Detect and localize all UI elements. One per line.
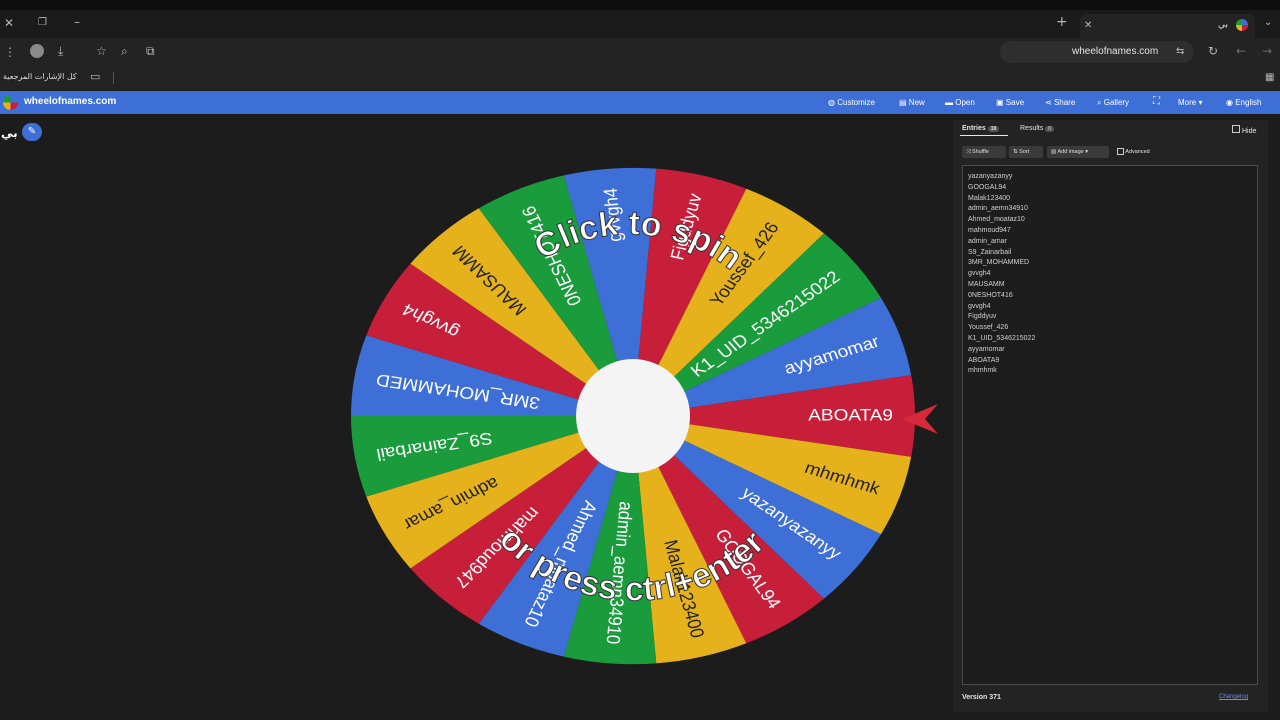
- entry-line: ABOATA9: [968, 356, 1000, 364]
- advanced-toggle[interactable]: Advanced: [1117, 148, 1150, 155]
- zoom-icon[interactable]: ⌕: [121, 44, 128, 58]
- wheel[interactable]: yazanyazanyyGOOGAL94Malak123400admin_aem…: [345, 160, 945, 680]
- more-button[interactable]: More ▾: [1178, 98, 1202, 108]
- reload-icon[interactable]: ↻: [1208, 44, 1218, 58]
- chevron-down-icon: ▾: [1085, 149, 1089, 155]
- entry-line: Ahmed_moataz10: [968, 216, 1025, 224]
- wheel-title: بي: [1, 126, 18, 140]
- browser-menu-icon[interactable]: ⋮: [4, 45, 16, 59]
- all-bookmarks-label[interactable]: كل الإشارات المرجعية: [3, 72, 77, 81]
- entry-line: ayyamomar: [968, 345, 1005, 353]
- entry-line: mhmhmk: [968, 367, 997, 375]
- save-icon: ▣: [996, 98, 1004, 107]
- folder-icon: ▬: [945, 98, 953, 107]
- tab-entries[interactable]: Entries 19: [962, 125, 1000, 132]
- shuffle-icon: ⤨: [966, 149, 971, 155]
- site-logo-text[interactable]: wheelofnames.com: [24, 97, 116, 107]
- download-icon[interactable]: ⤓: [58, 44, 63, 58]
- sort-button[interactable]: ⇅ Sort: [1009, 146, 1043, 158]
- edit-title-button[interactable]: ✎: [22, 123, 42, 141]
- chevron-down-icon: ▾: [1198, 98, 1203, 107]
- entry-line: gvvgh4: [968, 302, 991, 310]
- address-text: wheelofnames.com: [1072, 46, 1159, 57]
- address-bar[interactable]: wheelofnames.com ⇆: [1000, 41, 1194, 63]
- new-button[interactable]: ▤ New: [899, 98, 925, 108]
- entry-line: 0NESHOT416: [968, 291, 1013, 299]
- advanced-checkbox[interactable]: [1117, 148, 1124, 155]
- palette-icon: ◍: [828, 98, 835, 107]
- entry-line: Youssef_426: [968, 324, 1009, 332]
- bookmarks-folder-icon[interactable]: ▭: [90, 70, 100, 84]
- tab-strip: ✕ ❐ – + ✕ بي ⌄: [0, 10, 1280, 38]
- minimize-window-icon[interactable]: –: [74, 15, 80, 29]
- search-icon: ⌕: [1097, 98, 1102, 107]
- back-icon[interactable]: →: [1262, 44, 1272, 58]
- entry-line: S9_Zainarbail: [968, 248, 1012, 256]
- profile-avatar[interactable]: [30, 44, 44, 58]
- hide-checkbox[interactable]: [1232, 125, 1240, 133]
- pencil-icon: ✎: [27, 126, 37, 137]
- hide-toggle[interactable]: Hide: [1232, 125, 1256, 135]
- sort-icon: ⇅: [1013, 149, 1018, 155]
- tab-search-chevron-icon[interactable]: ⌄: [1264, 16, 1272, 30]
- entry-line: mahmoud947: [968, 226, 1011, 234]
- open-button[interactable]: ▬ Open: [945, 98, 975, 108]
- entry-line: Malak123400: [968, 194, 1011, 202]
- browser-toolbar: ⋮ ⤓ ☆ ⌕ ⧉ wheelofnames.com ⇆ ↻ ← →: [0, 38, 1280, 66]
- wheel-center[interactable]: [576, 359, 690, 473]
- close-tab-icon[interactable]: ✕: [1084, 19, 1092, 33]
- save-button[interactable]: ▣ Save: [996, 98, 1024, 108]
- add-image-button[interactable]: ▨ Add image ▾: [1047, 146, 1109, 158]
- active-tab-indicator: [960, 135, 1008, 136]
- globe-icon: ◉: [1226, 98, 1233, 107]
- translate-icon[interactable]: ⧉: [146, 44, 155, 58]
- wheel-segment-label: ABOATA9: [808, 405, 893, 424]
- changelog-link[interactable]: Changelog: [1219, 694, 1248, 700]
- entry-line: gvvgh4: [968, 270, 991, 278]
- customize-button[interactable]: ◍ Customize: [828, 98, 875, 108]
- entries-count-badge: 19: [987, 126, 1000, 132]
- new-file-icon: ▤: [899, 98, 907, 107]
- entry-line: admin_aemn34910: [968, 205, 1028, 213]
- version-label: Version 371: [962, 694, 1001, 701]
- restore-window-icon[interactable]: ❐: [38, 16, 47, 30]
- shuffle-button[interactable]: ⤨ Shuffle: [962, 146, 1006, 158]
- tab-results[interactable]: Results 0: [1020, 125, 1055, 132]
- entry-line: K1_UID_5346215022: [968, 334, 1036, 342]
- tab-favicon-icon: [1236, 19, 1248, 31]
- bookmarks-bar: كل الإشارات المرجعية ▭ ▦: [0, 66, 1280, 90]
- entries-textarea[interactable]: yazanyazanyy GOOGAL94 Malak123400 admin_aem…: [962, 165, 1258, 685]
- language-button[interactable]: ◉ English: [1226, 98, 1261, 108]
- tab-title: بي: [1218, 20, 1229, 30]
- entry-line: MAUSAMM: [968, 280, 1005, 288]
- close-window-icon[interactable]: ✕: [4, 16, 14, 30]
- active-tab[interactable]: ✕ بي: [1080, 14, 1255, 38]
- entries-list: yazanyazanyy GOOGAL94 Malak123400 admin_aem…: [968, 172, 1035, 377]
- window-top-edge: [0, 0, 1280, 10]
- app-header: wheelofnames.com ◍ Customize ▤ New ▬ Ope…: [0, 91, 1280, 114]
- new-tab-icon[interactable]: +: [1056, 15, 1068, 29]
- results-count-badge: 0: [1045, 126, 1055, 132]
- bookmark-star-icon[interactable]: ☆: [96, 44, 107, 58]
- entry-line: GOOGAL94: [968, 183, 1007, 191]
- entry-line: yazanyazanyy: [968, 173, 1013, 180]
- entry-line: Figddyuv: [968, 313, 997, 321]
- image-icon: ▨: [1051, 149, 1057, 155]
- gallery-button[interactable]: ⌕ Gallery: [1097, 98, 1129, 108]
- entry-line: 3MR_MOHAMMED: [968, 259, 1030, 267]
- share-button[interactable]: ⋖ Share: [1045, 98, 1075, 108]
- fullscreen-icon: ⛶: [1153, 96, 1160, 107]
- bookmarks-divider: [113, 72, 114, 84]
- share-icon: ⋖: [1045, 98, 1052, 107]
- site-settings-icon[interactable]: ⇆: [1176, 45, 1184, 59]
- entry-line: admin_amar: [968, 237, 1007, 245]
- apps-grid-icon[interactable]: ▦: [1265, 71, 1274, 85]
- wheel-logo-icon[interactable]: [3, 95, 18, 110]
- fullscreen-button[interactable]: ⛶: [1153, 97, 1160, 107]
- forward-icon[interactable]: ←: [1236, 44, 1246, 58]
